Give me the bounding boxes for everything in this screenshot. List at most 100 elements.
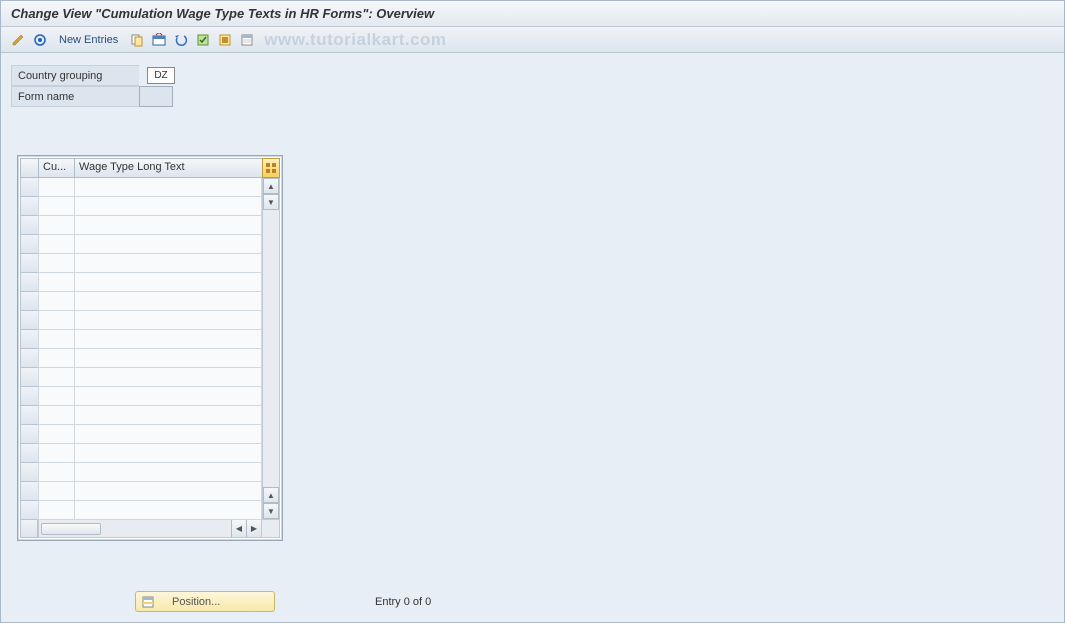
table-settings-icon[interactable] <box>262 158 280 178</box>
row-selector[interactable] <box>20 425 38 444</box>
delete-icon[interactable] <box>150 31 168 49</box>
cell-wagetype[interactable] <box>74 501 262 520</box>
table-row[interactable] <box>20 273 262 292</box>
cell-cu[interactable] <box>38 368 74 387</box>
cell-cu[interactable] <box>38 501 74 520</box>
country-grouping-value[interactable]: DZ <box>147 67 175 84</box>
cell-wagetype[interactable] <box>74 330 262 349</box>
cell-wagetype[interactable] <box>74 349 262 368</box>
cell-cu[interactable] <box>38 216 74 235</box>
cell-cu[interactable] <box>38 482 74 501</box>
cell-cu[interactable] <box>38 387 74 406</box>
cell-wagetype[interactable] <box>74 254 262 273</box>
scroll-down-bottom-icon[interactable]: ▼ <box>263 503 279 519</box>
table-row[interactable] <box>20 254 262 273</box>
cell-wagetype[interactable] <box>74 444 262 463</box>
deselect-all-icon[interactable] <box>238 31 256 49</box>
table-row[interactable] <box>20 235 262 254</box>
row-selector[interactable] <box>20 311 38 330</box>
scroll-down-icon[interactable]: ▲ <box>263 487 279 503</box>
row-selector[interactable] <box>20 368 38 387</box>
table-row[interactable] <box>20 463 262 482</box>
row-selector[interactable] <box>20 178 38 197</box>
column-header-cu[interactable]: Cu... <box>38 158 74 178</box>
row-selector[interactable] <box>20 349 38 368</box>
cell-wagetype[interactable] <box>74 463 262 482</box>
table-row[interactable] <box>20 178 262 197</box>
table-row[interactable] <box>20 292 262 311</box>
cell-wagetype[interactable] <box>74 178 262 197</box>
cell-cu[interactable] <box>38 349 74 368</box>
table-row[interactable] <box>20 216 262 235</box>
cell-wagetype[interactable] <box>74 216 262 235</box>
other-view-icon[interactable] <box>31 31 49 49</box>
new-entries-button[interactable]: New Entries <box>53 34 124 46</box>
cell-wagetype[interactable] <box>74 368 262 387</box>
row-selector[interactable] <box>20 463 38 482</box>
table-row[interactable] <box>20 406 262 425</box>
cell-cu[interactable] <box>38 406 74 425</box>
table-row[interactable] <box>20 501 262 520</box>
copy-icon[interactable] <box>128 31 146 49</box>
scroll-left-icon[interactable]: ◀ <box>231 520 246 537</box>
select-all-header[interactable] <box>20 158 38 178</box>
scroll-up-top-icon[interactable]: ▲ <box>263 178 279 194</box>
horizontal-scrollbar[interactable]: ◀ ▶ <box>38 520 262 538</box>
row-selector[interactable] <box>20 406 38 425</box>
table-row[interactable] <box>20 330 262 349</box>
row-selector[interactable] <box>20 482 38 501</box>
cell-wagetype[interactable] <box>74 406 262 425</box>
row-selector[interactable] <box>20 254 38 273</box>
table-row[interactable] <box>20 387 262 406</box>
table-row[interactable] <box>20 349 262 368</box>
row-selector[interactable] <box>20 235 38 254</box>
cell-cu[interactable] <box>38 311 74 330</box>
cell-wagetype[interactable] <box>74 292 262 311</box>
cell-wagetype[interactable] <box>74 425 262 444</box>
cell-wagetype[interactable] <box>74 482 262 501</box>
position-button[interactable]: Position... <box>135 591 275 612</box>
table-row[interactable] <box>20 368 262 387</box>
row-selector[interactable] <box>20 387 38 406</box>
cell-wagetype[interactable] <box>74 235 262 254</box>
cell-cu[interactable] <box>38 425 74 444</box>
country-grouping-row: Country grouping DZ <box>11 65 1054 86</box>
cell-wagetype[interactable] <box>74 311 262 330</box>
table-row[interactable] <box>20 197 262 216</box>
cell-cu[interactable] <box>38 444 74 463</box>
cell-wagetype[interactable] <box>74 387 262 406</box>
select-all-icon[interactable] <box>194 31 212 49</box>
table-row[interactable] <box>20 425 262 444</box>
select-block-icon[interactable] <box>216 31 234 49</box>
table-row[interactable] <box>20 444 262 463</box>
column-header-wagetype[interactable]: Wage Type Long Text <box>74 158 262 178</box>
row-selector[interactable] <box>20 444 38 463</box>
cell-cu[interactable] <box>38 273 74 292</box>
row-selector[interactable] <box>20 197 38 216</box>
form-name-value[interactable] <box>139 86 173 107</box>
row-selector[interactable] <box>20 292 38 311</box>
row-selector[interactable] <box>20 330 38 349</box>
table-row[interactable] <box>20 482 262 501</box>
cell-cu[interactable] <box>38 254 74 273</box>
cell-cu[interactable] <box>38 235 74 254</box>
scroll-up-icon[interactable]: ▼ <box>263 194 279 210</box>
toggle-change-icon[interactable] <box>9 31 27 49</box>
cell-cu[interactable] <box>38 330 74 349</box>
undo-icon[interactable] <box>172 31 190 49</box>
cell-cu[interactable] <box>38 463 74 482</box>
scroll-right-icon[interactable]: ▶ <box>246 520 261 537</box>
hscroll-thumb[interactable] <box>41 523 101 535</box>
cell-wagetype[interactable] <box>74 273 262 292</box>
cell-cu[interactable] <box>38 178 74 197</box>
cell-cu[interactable] <box>38 197 74 216</box>
row-selector[interactable] <box>20 501 38 520</box>
row-selector[interactable] <box>20 273 38 292</box>
cell-wagetype[interactable] <box>74 197 262 216</box>
table-header: Cu... Wage Type Long Text <box>20 158 280 178</box>
row-selector[interactable] <box>20 216 38 235</box>
cell-cu[interactable] <box>38 292 74 311</box>
vertical-scrollbar[interactable]: ▲ ▼ ▲ ▼ <box>262 178 280 520</box>
table-row[interactable] <box>20 311 262 330</box>
watermark-text: www.tutorialkart.com <box>264 30 446 50</box>
